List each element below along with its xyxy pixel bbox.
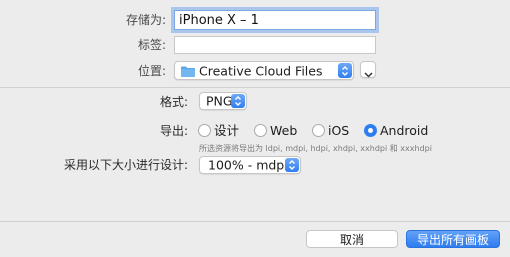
location-stepper-icon xyxy=(338,63,352,78)
location-popup[interactable]: Creative Cloud Files xyxy=(174,61,354,80)
tags-field[interactable] xyxy=(174,36,376,54)
save-as-input[interactable] xyxy=(175,11,375,29)
section-divider-top xyxy=(0,87,510,88)
section-divider-bottom xyxy=(0,221,510,222)
cancel-button[interactable]: 取消 xyxy=(306,230,398,248)
export-hint: 所选资源将导出为 ldpi, mdpi, hdpi, xhdpi, xxhdpi… xyxy=(199,144,432,153)
save-as-label: 存储为: xyxy=(125,13,166,27)
radio-ios[interactable] xyxy=(312,124,325,137)
chevron-down-icon xyxy=(364,67,373,81)
design-size-label: 采用以下大小进行设计: xyxy=(63,158,188,172)
location-label: 位置: xyxy=(137,64,166,78)
expand-location-button[interactable] xyxy=(360,61,376,78)
format-value: PNG xyxy=(206,93,233,109)
folder-icon xyxy=(181,66,195,80)
format-stepper-icon xyxy=(231,94,245,108)
tags-input[interactable] xyxy=(175,37,375,53)
design-size-value: 100% - mdpi xyxy=(208,157,288,173)
export-all-artboards-button[interactable]: 导出所有画板 xyxy=(406,230,500,248)
format-label: 格式: xyxy=(159,95,188,109)
radio-web-label[interactable]: Web xyxy=(270,124,297,138)
save-as-field[interactable] xyxy=(174,10,376,30)
design-size-popup[interactable]: 100% - mdpi xyxy=(199,156,301,174)
tags-label: 标签: xyxy=(137,38,166,52)
radio-design-label[interactable]: 设计 xyxy=(214,124,239,138)
radio-android-label[interactable]: Android xyxy=(380,124,428,138)
radio-android[interactable] xyxy=(364,124,377,137)
design-size-stepper-icon xyxy=(285,158,299,172)
radio-ios-label[interactable]: iOS xyxy=(328,124,349,138)
export-for-label: 导出: xyxy=(159,124,188,138)
radio-design[interactable] xyxy=(198,124,211,137)
radio-web[interactable] xyxy=(254,124,267,137)
location-value: Creative Cloud Files xyxy=(199,63,323,78)
format-popup[interactable]: PNG xyxy=(199,92,247,110)
